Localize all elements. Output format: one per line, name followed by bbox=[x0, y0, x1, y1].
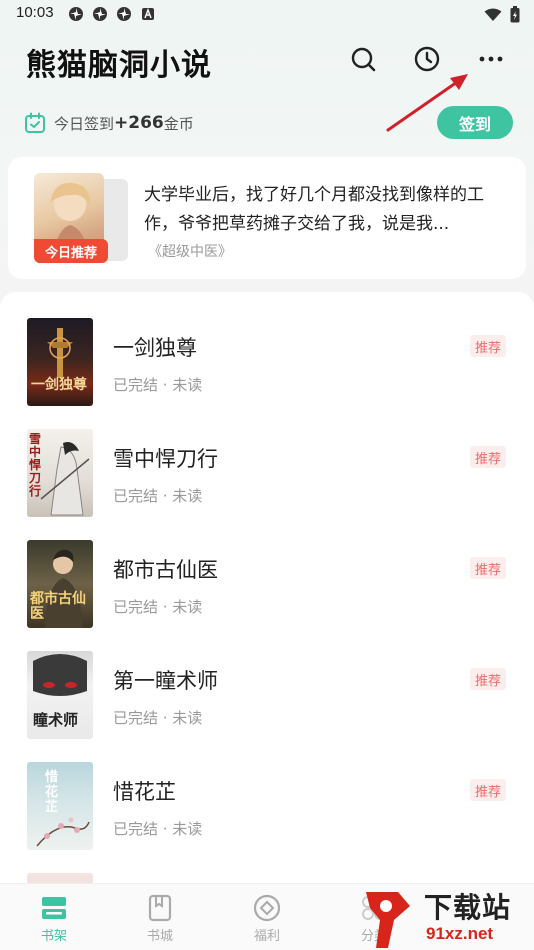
book-cover: 瞳术师 bbox=[27, 651, 93, 739]
cover-title-text: 一剑独尊 bbox=[31, 377, 87, 393]
book-title: 第一瞳术师 bbox=[113, 669, 218, 693]
pinwheel-icon bbox=[69, 7, 83, 21]
book-title: 都市古仙医 bbox=[113, 558, 218, 582]
recommend-tag: 推荐 bbox=[470, 446, 507, 468]
calendar-check-icon bbox=[25, 112, 45, 133]
list-item[interactable]: 一剑独尊 一剑独尊 已完结 · 未读 推荐 bbox=[0, 292, 534, 406]
cover-title-text: 惜花芷 bbox=[45, 770, 59, 815]
tab-welfare-label: 福利 bbox=[253, 929, 280, 944]
status-left-icons bbox=[68, 6, 156, 22]
status-time: 10:03 bbox=[16, 4, 54, 21]
signin-button[interactable]: 签到 bbox=[437, 106, 513, 139]
search-icon bbox=[351, 47, 376, 72]
bookshelf-icon bbox=[42, 897, 66, 919]
app-title: 熊猫脑洞小说 bbox=[26, 48, 212, 83]
list-item[interactable]: 惜花芷 惜花芷 已完结 · 未读 推荐 bbox=[0, 736, 534, 850]
pinwheel-icon bbox=[93, 7, 107, 21]
book-status: 已完结 · 未读 bbox=[113, 709, 203, 727]
watermark-title: 下载站 bbox=[424, 891, 512, 924]
cover-art bbox=[36, 817, 90, 847]
book-status: 已完结 · 未读 bbox=[113, 598, 203, 616]
watermark: 下载站 91xz.net bbox=[354, 884, 534, 950]
status-bar: 10:03 bbox=[0, 0, 534, 28]
cover-title-text: 都市古仙医 bbox=[30, 591, 86, 622]
watermark-logo-icon bbox=[366, 892, 410, 948]
book-title: 雪中悍刀行 bbox=[113, 447, 218, 471]
status-right-icons bbox=[484, 6, 520, 23]
pinwheel-icon bbox=[117, 7, 131, 21]
checkin-label: 今日签到 bbox=[54, 114, 115, 133]
book-title: 惜花芷 bbox=[113, 780, 176, 804]
more-icon bbox=[479, 56, 503, 62]
daily-recommend-badge: 今日推荐 bbox=[34, 239, 108, 263]
list-item[interactable]: 都市古仙医 都市古仙医 已完结 · 未读 推荐 bbox=[0, 514, 534, 628]
book-status: 已完结 · 未读 bbox=[113, 487, 203, 505]
checkin-amount: +266 bbox=[114, 113, 164, 133]
recommend-tag: 推荐 bbox=[470, 779, 507, 801]
recommend-tag: 推荐 bbox=[470, 557, 507, 579]
list-item[interactable]: 瞳术师 第一瞳术师 已完结 · 未读 推荐 bbox=[0, 625, 534, 739]
book-status: 已完结 · 未读 bbox=[113, 376, 203, 394]
bookstore-icon bbox=[148, 894, 172, 922]
checkin-unit: 金币 bbox=[163, 114, 194, 133]
tab-bookstore-label: 书城 bbox=[146, 929, 173, 944]
book-cover: 都市古仙医 bbox=[27, 540, 93, 628]
daily-recommend-card[interactable]: 今日推荐 大学毕业后，找了好几个月都没找到像样的工作，爷爷把草药摊子交给了我，说… bbox=[8, 157, 526, 279]
recommend-book-title: 《超级中医》 bbox=[148, 244, 232, 260]
a-icon bbox=[142, 8, 154, 20]
book-status: 已完结 · 未读 bbox=[113, 820, 203, 838]
recommend-tag: 推荐 bbox=[470, 335, 507, 357]
recommend-description: 大学毕业后，找了好几个月都没找到像样的工作，爷爷把草药摊子交给了我，说是我... bbox=[144, 185, 484, 234]
recommend-tag: 推荐 bbox=[470, 668, 507, 690]
cover-title-text: 雪中悍刀行 bbox=[29, 432, 42, 498]
tab-bookshelf-label: 书架 bbox=[40, 929, 67, 944]
book-cover: 惜花芷 bbox=[27, 762, 93, 850]
tab-bookshelf[interactable]: 书架 bbox=[24, 894, 84, 944]
book-cover: 雪中悍刀行 bbox=[27, 429, 93, 517]
cover-title-text: 瞳术师 bbox=[33, 711, 79, 729]
watermark-url: 91xz.net bbox=[426, 924, 494, 943]
search-button[interactable] bbox=[348, 44, 378, 74]
tab-bookstore[interactable]: 书城 bbox=[130, 894, 190, 944]
book-title: 一剑独尊 bbox=[113, 336, 197, 360]
bookshelf-list: 一剑独尊 一剑独尊 已完结 · 未读 推荐 雪中悍刀行 雪中悍刀行 已完结 · … bbox=[0, 292, 534, 892]
tab-welfare[interactable]: 福利 bbox=[237, 894, 297, 944]
welfare-icon bbox=[253, 894, 281, 922]
book-cover: 一剑独尊 bbox=[27, 318, 93, 406]
wifi-icon bbox=[484, 8, 502, 21]
battery-icon bbox=[510, 6, 520, 23]
more-button[interactable] bbox=[476, 44, 506, 74]
checkin-info: 今日签到 +266 金币 bbox=[24, 110, 194, 136]
list-item[interactable]: 雪中悍刀行 雪中悍刀行 已完结 · 未读 推荐 bbox=[0, 403, 534, 517]
